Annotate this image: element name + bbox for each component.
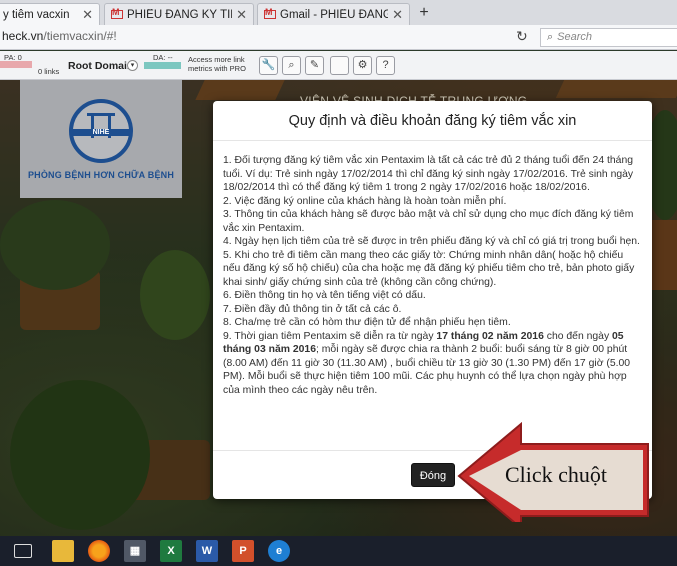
pa-bar: [0, 61, 32, 68]
schedule-text: 9. Thời gian tiêm Pentaxim sẽ diễn ra từ…: [223, 330, 437, 342]
help-icon[interactable]: ?: [376, 56, 395, 75]
access-more-link[interactable]: Access more link metrics with PRO: [188, 55, 248, 73]
tab-title: PHIẾU ĐĂNG KÝ TIÊM VA...: [127, 8, 232, 21]
da-label: DA: --: [153, 53, 173, 62]
term-item: 5. Khi cho trẻ đi tiêm cần mang theo các…: [223, 249, 635, 288]
wrench-icon[interactable]: 🔧: [259, 56, 278, 75]
logo-slogan: PHÒNG BỆNH HƠN CHỮA BỆNH: [27, 170, 175, 180]
task-view-icon[interactable]: [14, 544, 32, 558]
term-item: 1. Đối tượng đăng ký tiêm vắc xin Pentax…: [223, 155, 634, 193]
gear-icon[interactable]: ⚙: [353, 56, 372, 75]
start-date: 17 tháng 02 năm 2016: [436, 330, 544, 342]
tab-phieu-dang-ky[interactable]: PHIẾU ĐĂNG KÝ TIÊM VA... ✕: [104, 3, 254, 25]
term-item-schedule: 9. Thời gian tiêm Pentaxim sẽ diễn ra từ…: [223, 330, 641, 398]
schedule-text: cho đến ngày: [543, 330, 613, 342]
new-tab-button[interactable]: +: [414, 4, 434, 22]
reload-icon[interactable]: ↻: [516, 28, 528, 45]
links-count: 0 links: [38, 67, 60, 76]
edge-icon[interactable]: e: [268, 540, 290, 562]
logo-abbr: NIHE: [73, 129, 129, 136]
modal-body: 1. Đối tượng đăng ký tiêm vắc xin Pentax…: [223, 154, 641, 397]
powerpoint-icon[interactable]: P: [232, 540, 254, 562]
url-host: heck.vn: [2, 29, 44, 43]
close-icon[interactable]: ✕: [392, 7, 403, 23]
taskbar: ▦ X W P e: [0, 536, 677, 566]
firefox-icon[interactable]: [88, 540, 110, 562]
search-input[interactable]: ⌕ Search: [540, 28, 677, 47]
tab-title: y tiêm vacxin: [3, 8, 70, 21]
blank-icon[interactable]: [330, 56, 349, 75]
term-item: 4. Ngày hẹn lịch tiêm của trẻ sẽ được in…: [223, 236, 640, 247]
excel-icon[interactable]: X: [160, 540, 182, 562]
tab-bar: y tiêm vacxin ✕ PHIẾU ĐĂNG KÝ TIÊM VA...…: [0, 0, 677, 25]
url-path: /tiemvacxin/#!: [43, 29, 117, 43]
term-item: 6. Điền thông tin họ và tên tiếng việt c…: [223, 290, 426, 301]
search-placeholder: Search: [557, 31, 593, 43]
nihe-logo-icon: NIHE: [69, 99, 133, 163]
search-icon[interactable]: ⌕: [282, 56, 301, 75]
gmail-icon: [264, 7, 276, 19]
term-item: 7. Điền đầy đủ thông tin ở tất cả các ô.: [223, 303, 402, 315]
callout-text: Click chuột: [505, 462, 608, 487]
term-item: 2. Việc đăng ký online của khách hàng là…: [223, 195, 507, 207]
da-bar: [144, 62, 181, 69]
gmail-icon: [111, 7, 123, 19]
term-item: 3. Thông tin của khách hàng sẽ được bảo …: [223, 209, 634, 234]
term-item: 8. Cha/mẹ trẻ cần có hòm thư điện tử để …: [223, 317, 511, 328]
calculator-icon[interactable]: ▦: [124, 540, 146, 562]
tab-title: Gmail - PHIẾU ĐĂNG KÝ T...: [280, 8, 388, 21]
close-icon[interactable]: ✕: [82, 7, 93, 23]
url-field[interactable]: heck.vn/tiemvacxin/#!: [2, 29, 117, 43]
chevron-down-icon[interactable]: ▾: [127, 60, 138, 71]
pencil-icon[interactable]: ✎: [305, 56, 324, 75]
logo-card[interactable]: NIHE PHÒNG BỆNH HƠN CHỮA BỆNH: [20, 80, 182, 198]
seo-toolbar: PA: 0 0 links Root Domain: ▾ DA: -- Acce…: [0, 51, 677, 80]
modal-title: Quy định và điều khoản đăng ký tiêm vắc …: [213, 101, 652, 141]
tab-gmail[interactable]: Gmail - PHIẾU ĐĂNG KÝ T... ✕: [257, 3, 410, 25]
close-icon[interactable]: ✕: [236, 7, 247, 23]
file-explorer-icon[interactable]: [52, 540, 74, 562]
word-icon[interactable]: W: [196, 540, 218, 562]
search-icon: ⌕: [547, 31, 554, 43]
close-button[interactable]: Đóng: [411, 463, 455, 487]
address-bar: heck.vn/tiemvacxin/#! ↻ ⌕ Search: [0, 25, 677, 50]
tab-tiemvacxin[interactable]: y tiêm vacxin ✕: [0, 3, 100, 25]
